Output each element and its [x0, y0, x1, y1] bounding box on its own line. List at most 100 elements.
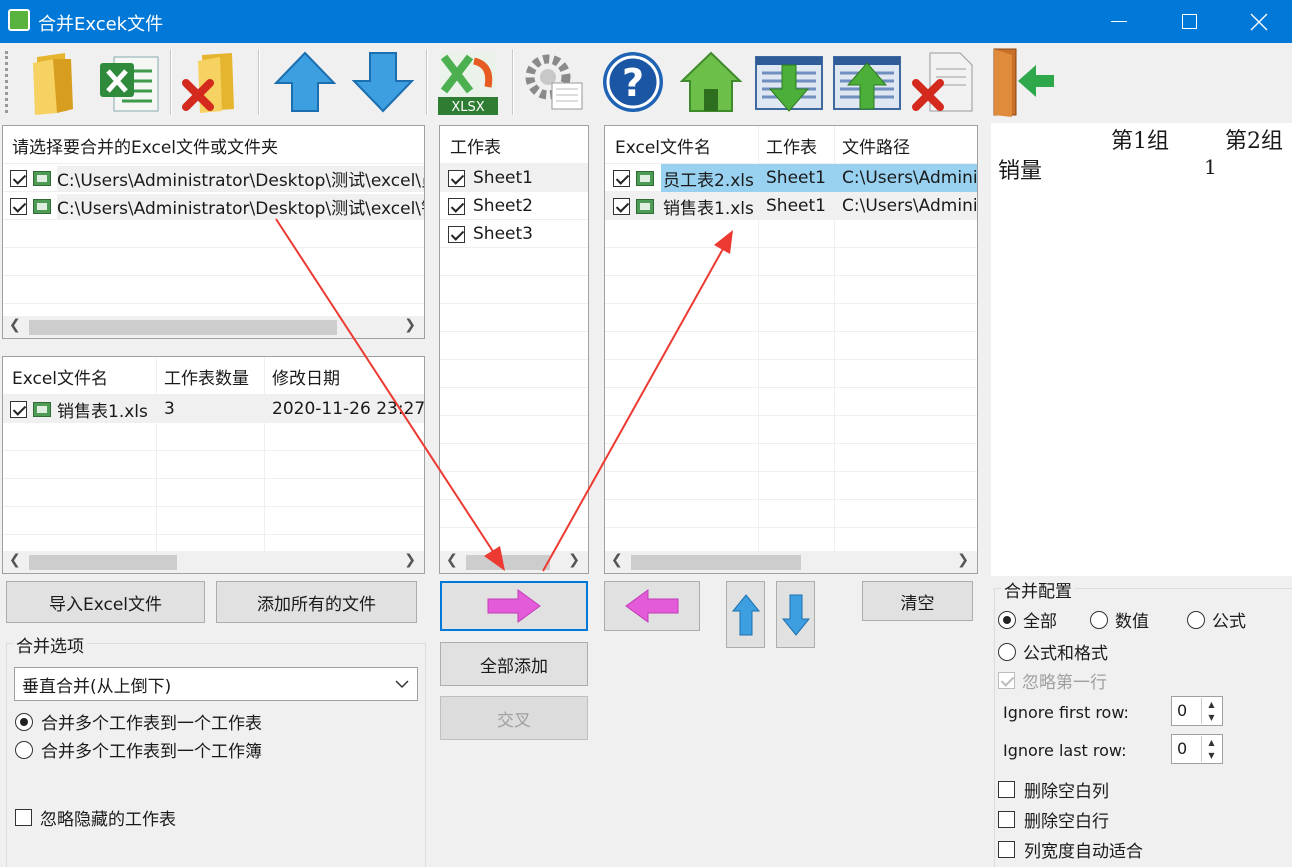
help-button[interactable]: ? — [596, 45, 670, 119]
toolbar-separator — [258, 49, 260, 115]
file-list-item[interactable]: C:\Users\Administrator\Desktop\测试\excel\… — [3, 164, 424, 192]
merge-mode-select[interactable]: 垂直合并(从上倒下) — [14, 667, 418, 701]
excel-file-icon — [33, 401, 51, 417]
merge-to-workbook-radio[interactable]: 合并多个工作表到一个工作簿 — [15, 737, 262, 762]
radio-indicator[interactable] — [15, 712, 33, 731]
import-list-button[interactable] — [752, 45, 826, 119]
title-bar: 合并Excek文件 — [0, 0, 1292, 43]
checkbox-label: 列宽度自动适合 — [1024, 842, 1143, 862]
export-list-button[interactable] — [830, 45, 904, 119]
add-all-button[interactable]: 全部添加 — [440, 642, 588, 686]
ignore-first-row-spinner[interactable]: 0 ▲ ▼ — [1171, 696, 1223, 726]
checkbox-label: 删除空白列 — [1024, 782, 1109, 802]
settings-icon — [525, 54, 583, 110]
checkbox-indicator[interactable] — [998, 672, 1015, 689]
row-checkbox[interactable] — [613, 169, 630, 187]
file-list-item[interactable]: C:\Users\Administrator\Desktop\测试\excel\… — [3, 192, 424, 220]
checkbox-label: 忽略隐藏的工作表 — [40, 810, 176, 830]
arrow-left-icon — [625, 589, 679, 623]
file-checkbox[interactable] — [10, 197, 27, 215]
spinner-arrows[interactable]: ▲ ▼ — [1201, 736, 1221, 762]
sheet-name: Sheet3 — [473, 224, 533, 244]
add-excel-button[interactable] — [92, 45, 166, 119]
table-row[interactable]: 员工表2.xls Sheet1 C:\Users\Admini — [605, 164, 977, 192]
sheet-checkbox[interactable] — [448, 225, 465, 243]
add-all-files-button[interactable]: 添加所有的文件 — [216, 581, 417, 623]
move-up-button[interactable] — [268, 45, 342, 119]
radio-label: 数值 — [1115, 612, 1149, 632]
config-all-radio[interactable]: 全部 — [998, 607, 1057, 632]
sheet-checkbox[interactable] — [448, 197, 465, 215]
delete-folder-icon — [182, 53, 234, 113]
checkbox-indicator[interactable] — [15, 809, 32, 826]
delete-folder-button[interactable] — [176, 45, 250, 119]
minimize-button[interactable] — [1084, 0, 1154, 43]
sheet-checkbox[interactable] — [448, 169, 465, 187]
convert-xlsx-button[interactable]: XLSX — [432, 45, 506, 119]
move-row-down-button[interactable] — [776, 581, 815, 648]
radio-indicator[interactable] — [15, 740, 33, 759]
ignore-last-row-spinner[interactable]: 0 ▲ ▼ — [1171, 734, 1223, 764]
file-list-panel[interactable]: 请选择要合并的Excel文件或文件夹 C:\Users\Administrato… — [2, 125, 425, 339]
sheet-item[interactable]: Sheet2 — [440, 192, 588, 220]
delete-blank-columns-checkbox[interactable]: 删除空白列 — [998, 777, 1109, 802]
move-down-button[interactable] — [346, 45, 420, 119]
sheet-item[interactable]: Sheet3 — [440, 220, 588, 248]
column-header-modified-date[interactable]: 修改日期 — [272, 359, 340, 393]
file-path: C:\Users\Administrator\Desktop\测试\excel\… — [57, 193, 424, 219]
table-row[interactable]: 销售表1.xls 3 2020-11-26 23:27: — [3, 395, 424, 423]
checkbox-indicator[interactable] — [998, 811, 1015, 828]
horizontal-scrollbar[interactable]: ❮ ❯ — [440, 551, 588, 573]
sheet-name: Sheet1 — [766, 196, 826, 216]
delete-blank-rows-checkbox[interactable]: 删除空白行 — [998, 807, 1109, 832]
column-header-filename[interactable]: Excel文件名 — [615, 128, 711, 162]
sheet-list-panel[interactable]: 工作表 Sheet1 Sheet2 Sheet3 ❮ ❯ — [439, 125, 589, 574]
horizontal-scrollbar[interactable]: ❮ ❯ — [3, 316, 424, 338]
import-excel-button[interactable]: 导入Excel文件 — [6, 581, 205, 623]
column-header-sheet-count[interactable]: 工作表数量 — [164, 359, 249, 393]
exit-button[interactable] — [984, 45, 1058, 119]
selected-sheets-panel[interactable]: Excel文件名 工作表 文件路径 员工表2.xls Sheet1 C:\Use… — [604, 125, 978, 574]
checkbox-indicator[interactable] — [998, 841, 1015, 858]
home-button[interactable] — [674, 45, 748, 119]
maximize-button[interactable] — [1154, 0, 1224, 43]
move-row-up-button[interactable] — [726, 581, 765, 648]
row-checkbox[interactable] — [613, 197, 630, 215]
horizontal-scrollbar[interactable]: ❮ ❯ — [605, 551, 977, 573]
column-header-filename[interactable]: Excel文件名 — [12, 359, 108, 393]
delete-file-icon — [912, 52, 973, 112]
close-button[interactable] — [1224, 0, 1292, 43]
config-formula-format-radio[interactable]: 公式和格式 — [998, 639, 1108, 664]
toolbar-grip — [5, 51, 8, 113]
file-name: 员工表2.xls — [663, 170, 754, 191]
file-checkbox[interactable] — [10, 169, 27, 187]
radio-indicator[interactable] — [998, 642, 1016, 661]
ignore-first-row-label: Ignore first row: — [1003, 703, 1129, 722]
radio-indicator[interactable] — [998, 610, 1016, 629]
horizontal-scrollbar[interactable]: ❮ ❯ — [3, 551, 424, 573]
radio-label: 公式 — [1212, 612, 1246, 632]
delete-file-button[interactable] — [906, 45, 980, 119]
radio-indicator[interactable] — [1187, 610, 1205, 629]
table-row[interactable]: 销售表1.xls Sheet1 C:\Users\Admini — [605, 192, 977, 220]
config-values-radio[interactable]: 数值 — [1090, 607, 1149, 632]
merge-to-sheet-radio[interactable]: 合并多个工作表到一个工作表 — [15, 709, 262, 734]
spinner-arrows[interactable]: ▲ ▼ — [1201, 698, 1221, 724]
ignore-first-line-checkbox[interactable]: 忽略第一行 — [998, 668, 1107, 693]
remove-left-button[interactable] — [604, 581, 700, 631]
autofit-column-width-checkbox[interactable]: 列宽度自动适合 — [998, 837, 1143, 862]
clear-button[interactable]: 清空 — [862, 581, 973, 621]
radio-indicator[interactable] — [1090, 610, 1108, 629]
config-formula-radio[interactable]: 公式 — [1187, 607, 1246, 632]
sheet-item[interactable]: Sheet1 — [440, 164, 588, 192]
add-right-button[interactable] — [440, 581, 588, 631]
ignore-hidden-sheets-checkbox[interactable]: 忽略隐藏的工作表 — [15, 805, 176, 830]
column-header-file-path[interactable]: 文件路径 — [842, 128, 910, 162]
workbook-list-panel[interactable]: Excel文件名 工作表数量 修改日期 销售表1.xls 3 2020-11-2… — [2, 356, 425, 574]
workbook-checkbox[interactable] — [10, 400, 27, 418]
column-header-sheet[interactable]: 工作表 — [766, 128, 817, 162]
cross-button[interactable]: 交叉 — [440, 696, 588, 740]
settings-button[interactable] — [518, 45, 592, 119]
open-folder-button[interactable] — [18, 45, 92, 119]
checkbox-indicator[interactable] — [998, 781, 1015, 798]
